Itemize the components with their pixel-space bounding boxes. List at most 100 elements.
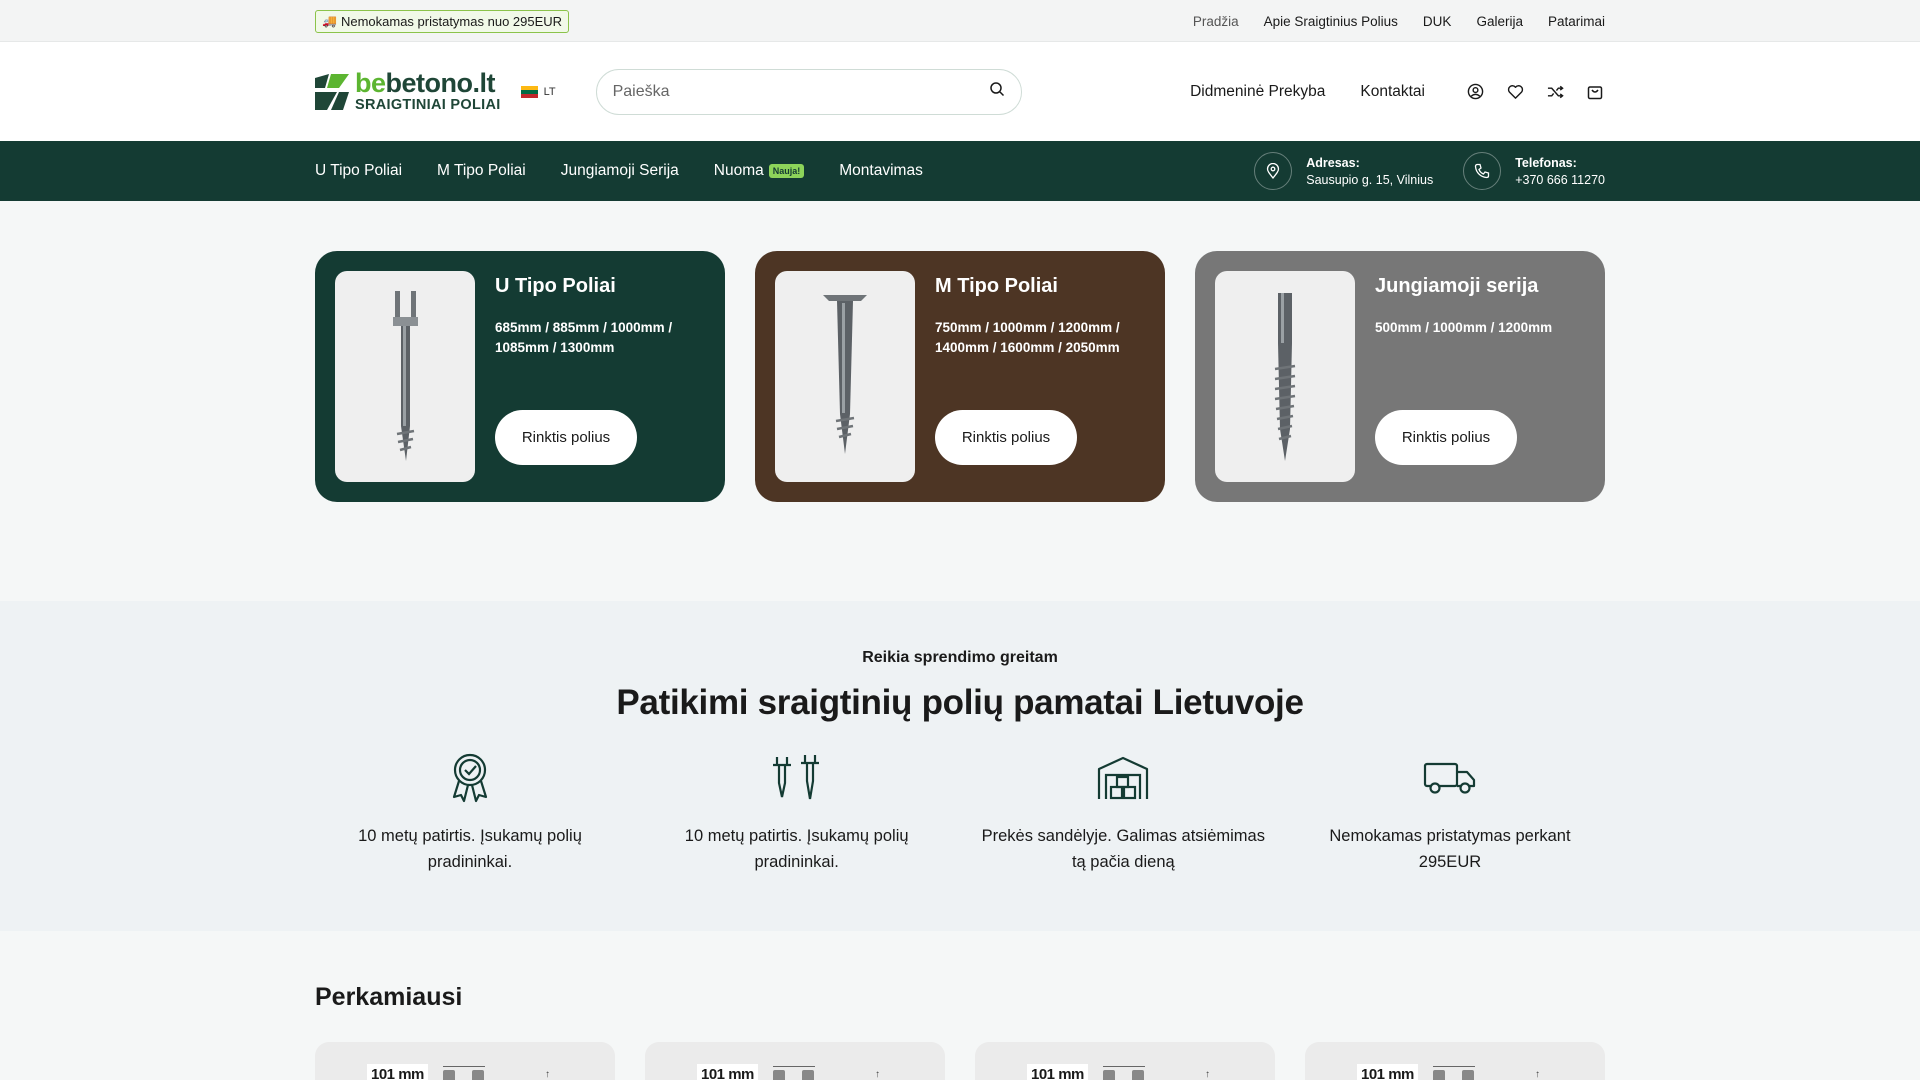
search-input[interactable] xyxy=(612,82,989,101)
choose-piles-button[interactable]: Rinktis polius xyxy=(495,410,637,465)
product-card[interactable]: 101 mm ↑ xyxy=(315,1042,615,1080)
dimension-line xyxy=(773,1066,815,1067)
main-nav: U Tipo Poliai M Tipo Poliai Jungiamoji S… xyxy=(0,141,1920,201)
bracket-hole-icon xyxy=(472,1070,484,1080)
logo-subtitle: SRAIGTINIAI POLIAI xyxy=(355,97,501,114)
category-card-connecting-series: Jungiamoji serija 500mm / 1000mm / 1200m… xyxy=(1195,251,1605,502)
dimension-line xyxy=(1103,1066,1145,1067)
search-box xyxy=(595,68,1022,115)
pile-icon xyxy=(769,753,825,803)
nav-rental-label: Nuoma xyxy=(713,162,764,179)
bracket-hole-icon xyxy=(443,1070,455,1080)
contacts-link[interactable]: Kontaktai xyxy=(1360,83,1425,101)
feature-item: Nemokamas pristatymas perkant 295EUR xyxy=(1300,753,1600,876)
truck-icon xyxy=(1422,753,1478,803)
lithuania-flag-icon xyxy=(520,85,538,98)
language-code: LT xyxy=(543,85,556,98)
product-dimension: 101 mm xyxy=(1027,1064,1088,1080)
top-bar: 🚚 Nemokamas pristatymas nuo 295EUR Pradž… xyxy=(0,0,1920,42)
top-nav-home[interactable]: Pradžia xyxy=(1193,14,1239,29)
address-value: Sausupio g. 15, Vilnius xyxy=(1306,172,1434,187)
choose-piles-button[interactable]: Rinktis polius xyxy=(1375,410,1517,465)
card-sizes: 500mm / 1000mm / 1200mm xyxy=(1375,320,1553,335)
top-nav-faq[interactable]: DUK xyxy=(1423,14,1452,29)
location-pin-icon xyxy=(1254,152,1293,190)
arrow-up-icon: ↑ xyxy=(875,1069,880,1080)
product-card[interactable]: 101 mm ↑ xyxy=(1305,1042,1605,1080)
top-nav-about[interactable]: Apie Sraigtinius Polius xyxy=(1264,14,1398,29)
product-card[interactable]: 101 mm ↑ xyxy=(645,1042,945,1080)
card-sizes: 685mm / 885mm / 1000mm / 1085mm / 1300mm xyxy=(495,320,673,356)
site-header: bebetono.lt SRAIGTINIAI POLIAI LT Didmen… xyxy=(0,42,1920,141)
feature-text: Nemokamas pristatymas perkant 295EUR xyxy=(1329,827,1571,872)
card-sizes: 750mm / 1000mm / 1200mm / 1400mm / 1600m… xyxy=(935,320,1120,356)
warehouse-icon xyxy=(1095,753,1151,803)
features-kicker: Reikia sprendimo greitam xyxy=(862,649,1058,666)
nav-rental[interactable]: Nuoma Nauja! xyxy=(713,162,805,180)
choose-piles-button[interactable]: Rinktis polius xyxy=(935,410,1077,465)
phone-value[interactable]: +370 666 11270 xyxy=(1515,173,1605,187)
nav-connecting-series[interactable]: Jungiamoji Serija xyxy=(561,162,679,180)
cart-icon[interactable] xyxy=(1585,82,1605,102)
logo-brand: bebetono.lt xyxy=(355,68,496,99)
product-dimension: 101 mm xyxy=(367,1064,428,1080)
bracket-hole-icon xyxy=(802,1070,814,1080)
top-nav: Pradžia Apie Sraigtinius Polius DUK Gale… xyxy=(1193,14,1605,29)
shuffle-icon[interactable] xyxy=(1545,82,1565,102)
arrow-up-icon: ↑ xyxy=(1205,1069,1210,1080)
award-icon xyxy=(442,753,498,803)
card-title: M Tipo Poliai xyxy=(935,275,1058,297)
product-card[interactable]: 101 mm ↑ xyxy=(975,1042,1275,1080)
feature-item: Prekės sandėlyje. Galimas atsiėmimas tą … xyxy=(973,753,1273,876)
nav-m-type[interactable]: M Tipo Poliai xyxy=(437,162,526,180)
bracket-hole-icon xyxy=(1132,1070,1144,1080)
feature-text: Prekės sandėlyje. Galimas atsiėmimas tą … xyxy=(981,827,1265,872)
bestsellers-title: Perkamiausi xyxy=(315,983,463,1011)
address-block: Adresas: Sausupio g. 15, Vilnius xyxy=(1254,152,1433,190)
wholesale-link[interactable]: Didmeninė Prekyba xyxy=(1190,83,1325,101)
bestsellers-section: Perkamiausi 101 mm ↑ 101 mm ↑ 101 mm ↑ 1… xyxy=(0,931,1920,1080)
top-nav-tips[interactable]: Patarimai xyxy=(1548,14,1605,29)
product-dimension: 101 mm xyxy=(1357,1064,1418,1080)
promo-text: Nemokamas pristatymas nuo 295EUR xyxy=(340,13,563,29)
arrow-up-icon: ↑ xyxy=(545,1069,550,1080)
phone-label: Telefonas: xyxy=(1515,155,1577,170)
nav-installation[interactable]: Montavimas xyxy=(839,162,923,180)
bracket-hole-icon xyxy=(773,1070,785,1080)
phone-block: Telefonas: +370 666 11270 xyxy=(1463,152,1605,190)
category-cards-section: U Tipo Poliai 685mm / 885mm / 1000mm / 1… xyxy=(0,201,1920,601)
feature-text: 10 metų patirtis. Įsukamų polių pradinin… xyxy=(684,827,909,872)
feature-text: 10 metų patirtis. Įsukamų polių pradinin… xyxy=(358,827,582,872)
arrow-up-icon: ↑ xyxy=(1535,1069,1540,1080)
category-card-m-type: M Tipo Poliai 750mm / 1000mm / 1200mm / … xyxy=(755,251,1165,502)
connecting-series-pile-image xyxy=(1215,271,1355,482)
new-badge: Nauja! xyxy=(768,164,805,178)
language-selector[interactable]: LT xyxy=(520,85,556,98)
search-icon[interactable] xyxy=(989,81,1005,102)
truck-emoji-icon: 🚚 xyxy=(322,14,337,28)
logo-mark-icon xyxy=(315,73,349,110)
heart-icon[interactable] xyxy=(1505,82,1525,102)
bracket-hole-icon xyxy=(1103,1070,1115,1080)
m-type-pile-image xyxy=(775,271,915,482)
free-shipping-promo: 🚚 Nemokamas pristatymas nuo 295EUR xyxy=(315,9,570,33)
address-label: Adresas: xyxy=(1306,155,1360,170)
card-title: U Tipo Poliai xyxy=(495,275,616,297)
dimension-line xyxy=(443,1066,485,1067)
top-nav-gallery[interactable]: Galerija xyxy=(1476,14,1523,29)
features-section: Reikia sprendimo greitam Patikimi sraigt… xyxy=(0,601,1920,931)
phone-icon[interactable] xyxy=(1463,152,1502,190)
feature-item: 10 metų patirtis. Įsukamų polių pradinin… xyxy=(320,753,620,876)
dimension-line xyxy=(1433,1066,1475,1067)
feature-item: 10 metų patirtis. Įsukamų polių pradinin… xyxy=(647,753,947,876)
user-icon[interactable] xyxy=(1465,82,1485,102)
card-title: Jungiamoji serija xyxy=(1375,275,1539,297)
bracket-hole-icon xyxy=(1462,1070,1474,1080)
bracket-hole-icon xyxy=(1433,1070,1445,1080)
u-type-pile-image xyxy=(335,271,475,482)
features-title: Patikimi sraigtinių polių pamatai Lietuv… xyxy=(616,683,1304,722)
site-logo[interactable]: bebetono.lt SRAIGTINIAI POLIAI xyxy=(315,70,501,113)
product-dimension: 101 mm xyxy=(697,1064,758,1080)
category-card-u-type: U Tipo Poliai 685mm / 885mm / 1000mm / 1… xyxy=(315,251,725,502)
nav-u-type[interactable]: U Tipo Poliai xyxy=(315,162,402,180)
